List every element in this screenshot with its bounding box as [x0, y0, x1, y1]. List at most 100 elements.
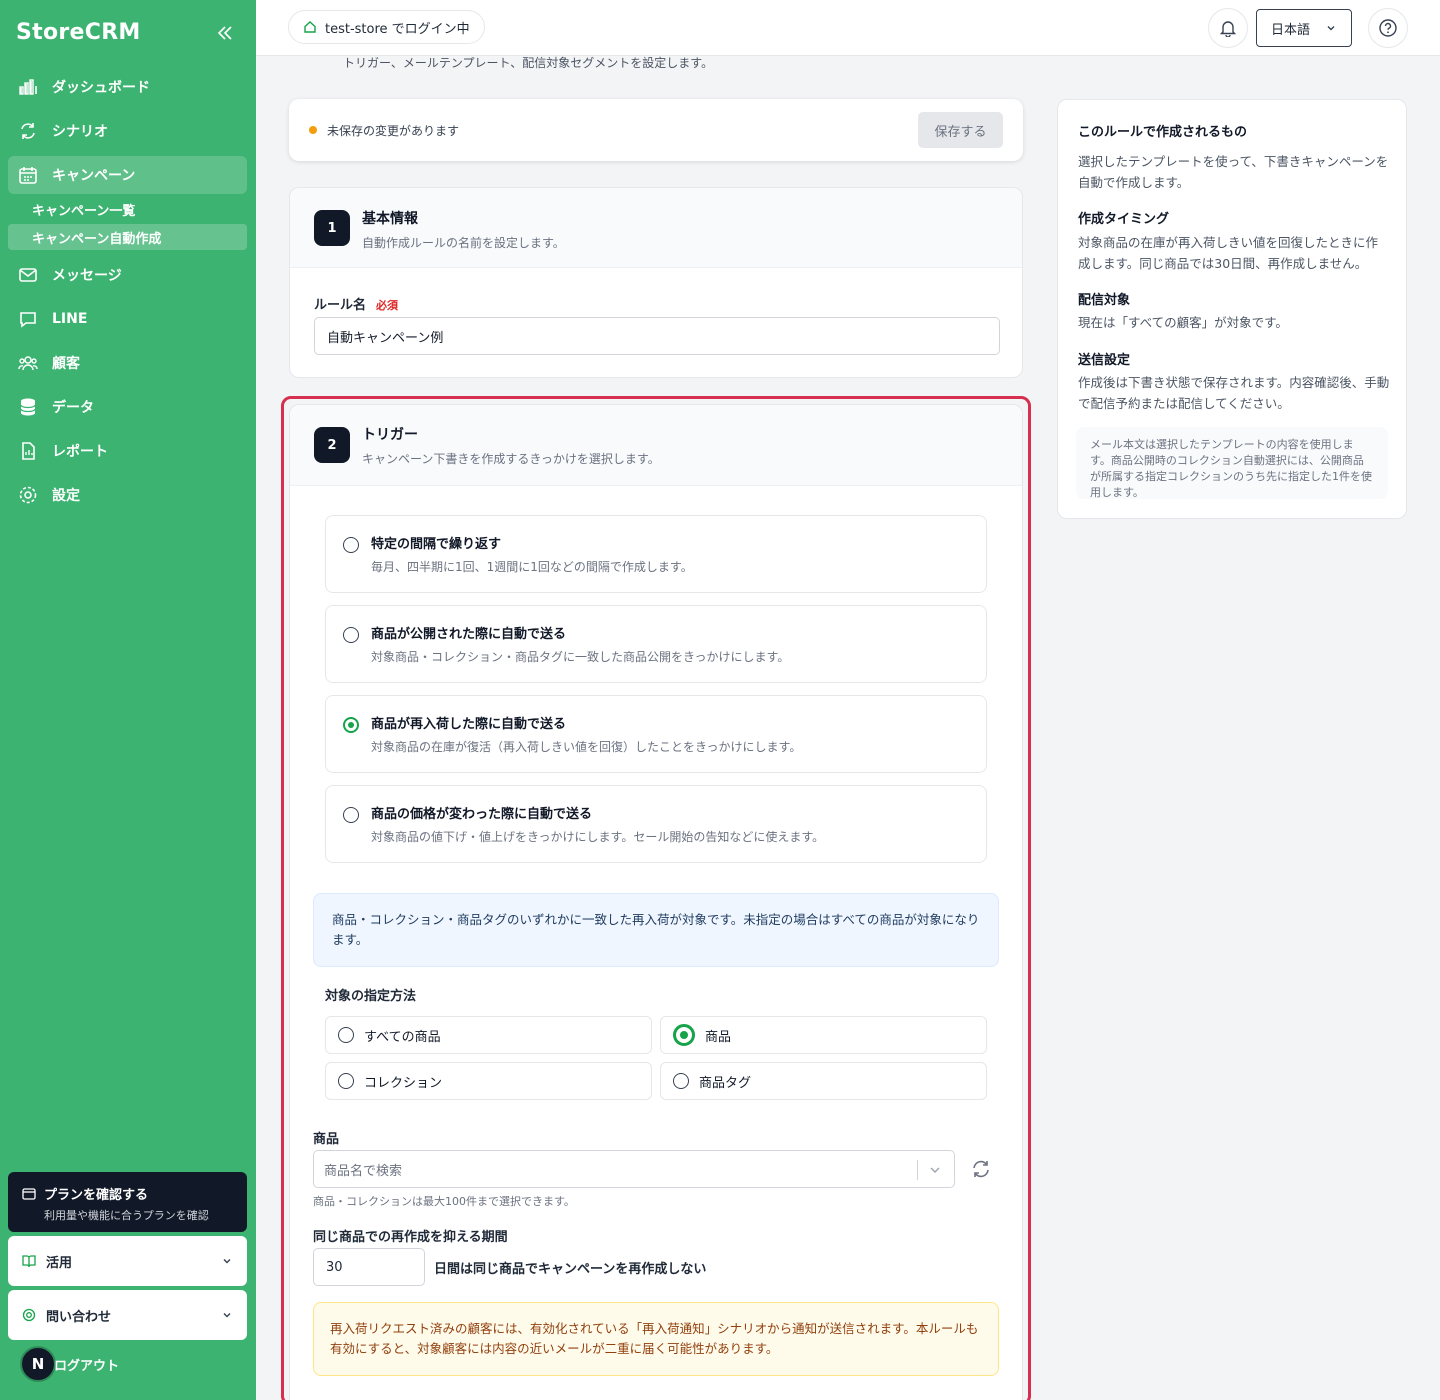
timing-title: 作成タイミング: [1078, 212, 1170, 227]
nav-message[interactable]: メッセージ: [8, 256, 247, 294]
option-desc: 対象商品の値下げ・値上げをきっかけにします。セール開始の告知などに使えます。: [371, 830, 825, 844]
brand-logo: StoreCRM: [16, 20, 141, 45]
chevron-down-icon: [1327, 26, 1335, 31]
radio-unselected[interactable]: [338, 1027, 354, 1043]
target-all-products[interactable]: すべての商品: [325, 1016, 652, 1054]
nav-label: シナリオ: [52, 124, 108, 140]
chevron-down-icon: [223, 1259, 231, 1264]
suppress-days-input[interactable]: 30: [313, 1248, 425, 1286]
collapse-sidebar-icon[interactable]: [216, 24, 234, 42]
option-title: 商品の価格が変わった際に自動で送る: [371, 807, 593, 822]
target-collections[interactable]: コレクション: [325, 1062, 652, 1100]
nav-scenario[interactable]: シナリオ: [8, 112, 247, 150]
target-products[interactable]: 商品: [660, 1016, 987, 1054]
summary-note: メール本文は選択したテンプレートの内容を使用します。商品公開時のコレクション自動…: [1076, 427, 1388, 499]
trigger-option-price-change[interactable]: 商品の価格が変わった際に自動で送る 対象商品の値下げ・値上げをきっかけにします。…: [325, 785, 987, 863]
store-label: test-store でログイン中: [325, 21, 470, 37]
timing-text: 対象商品の在庫が再入荷しきい値を回復したときに作成します。同じ商品では30日間、…: [1078, 235, 1379, 271]
send-text: 作成後は下書き状態で保存されます。内容確認後、手動で配信予約または配信してくださ…: [1078, 375, 1390, 411]
required-badge: 必須: [376, 299, 399, 312]
restock-info: 商品・コレクション・商品タグのいずれかに一致した再入荷が対象です。未指定の場合は…: [313, 893, 999, 967]
save-button[interactable]: 保存する: [918, 112, 1003, 148]
help-icon: [1379, 19, 1397, 37]
subnav-campaign-list[interactable]: キャンペーン一覧: [8, 196, 247, 222]
nav-dashboard[interactable]: ダッシュボード: [8, 68, 247, 106]
nav-data[interactable]: データ: [8, 388, 247, 426]
product-label: 商品: [313, 1132, 340, 1147]
radio-unselected[interactable]: [338, 1073, 354, 1089]
nav-campaign[interactable]: キャンペーン: [8, 156, 247, 194]
radio-unselected[interactable]: [343, 807, 359, 823]
usage-label: 活用: [46, 1255, 73, 1271]
option-desc: 毎月、四半期に1回、1週間に1回などの間隔で作成します。: [371, 560, 693, 574]
trigger-option-published[interactable]: 商品が公開された際に自動で送る 対象商品・コレクション・商品タグに一致した商品公…: [325, 605, 987, 683]
audience-text: 現在は「すべての顧客」が対象です。: [1078, 315, 1288, 330]
language-value: 日本語: [1271, 22, 1311, 38]
section-subtitle: 自動作成ルールの名前を設定します。: [362, 236, 565, 250]
subnav-label: キャンペーン一覧: [32, 203, 136, 219]
subnav-label: キャンペーン自動作成: [32, 231, 162, 247]
suppress-suffix: 日間は同じ商品でキャンペーンを再作成しない: [434, 1262, 707, 1277]
gear-icon: [19, 486, 37, 504]
bell-icon: [1219, 21, 1237, 37]
avatar: N: [20, 1346, 56, 1382]
radio-selected[interactable]: [673, 1024, 695, 1046]
help-button[interactable]: [1368, 8, 1408, 48]
product-hint: 商品・コレクションは最大100件まで選択できます。: [313, 1195, 575, 1208]
target-product-tags[interactable]: 商品タグ: [660, 1062, 987, 1100]
usage-accordion[interactable]: 活用: [8, 1236, 247, 1286]
summary-title: このルールで作成されるもの: [1078, 125, 1248, 140]
store-chip[interactable]: test-store でログイン中: [288, 10, 485, 44]
radio-unselected[interactable]: [343, 627, 359, 643]
nav-settings[interactable]: 設定: [8, 476, 247, 514]
target-label: 商品: [705, 1029, 732, 1045]
option-title: 商品が公開された際に自動で送る: [371, 627, 567, 642]
option-desc: 対象商品・コレクション・商品タグに一致した商品公開をきっかけにします。: [371, 650, 790, 664]
target-label: すべての商品: [364, 1029, 441, 1045]
sidebar: StoreCRM ダッシュボード シナリオ キャンペーン キャンペーン一覧 キャ…: [0, 0, 256, 1400]
home-icon: [304, 21, 316, 33]
page-subtitle: トリガー、メールテンプレート、配信対象セグメントを設定します。: [343, 56, 714, 70]
subnav-campaign-auto[interactable]: キャンペーン自動作成: [8, 224, 247, 250]
product-search-select[interactable]: 商品名で検索: [313, 1150, 955, 1188]
send-title: 送信設定: [1078, 353, 1131, 368]
radio-unselected[interactable]: [343, 537, 359, 553]
rule-name-input[interactable]: 自動キャンペーン例: [314, 317, 1000, 355]
radio-unselected[interactable]: [673, 1073, 689, 1089]
support-icon: [22, 1308, 36, 1322]
select-divider: [917, 1160, 918, 1180]
target-label: コレクション: [364, 1075, 443, 1091]
nav-label: ダッシュボード: [52, 80, 150, 96]
nav-label: 顧客: [52, 356, 80, 372]
refresh-icon: [21, 123, 35, 139]
duplicate-warning: 再入荷リクエスト済みの顧客には、有効化されている「再入荷通知」シナリオから通知が…: [313, 1302, 999, 1376]
plan-card[interactable]: プランを確認する 利用量や機能に合うプランを確認: [8, 1172, 247, 1232]
trigger-option-interval[interactable]: 特定の間隔で繰り返す 毎月、四半期に1回、1週間に1回などの間隔で作成します。: [325, 515, 987, 593]
calendar-icon: [19, 167, 37, 184]
plan-title: プランを確認する: [44, 1188, 149, 1203]
nav-customers[interactable]: 顧客: [8, 344, 247, 382]
chevron-down-icon: [223, 1313, 231, 1318]
logout-button[interactable]: N ログアウト: [20, 1346, 119, 1382]
refresh-icon[interactable]: [970, 1158, 992, 1180]
contact-accordion[interactable]: 問い合わせ: [8, 1290, 247, 1340]
nav-report[interactable]: レポート: [8, 432, 247, 470]
unsaved-dot: [309, 126, 317, 134]
radio-selected[interactable]: [343, 717, 359, 733]
users-icon: [18, 356, 38, 371]
nav-label: キャンペーン: [52, 168, 136, 184]
language-select[interactable]: 日本語: [1256, 9, 1352, 47]
section-title: 基本情報: [362, 211, 418, 227]
bar-chart-icon: [19, 79, 37, 95]
mail-icon: [19, 268, 37, 282]
contact-label: 問い合わせ: [46, 1309, 112, 1325]
topbar: test-store でログイン中 日本語: [256, 0, 1440, 56]
notification-button[interactable]: [1208, 8, 1248, 48]
rule-summary-panel: このルールで作成されるもの 選択したテンプレートを使って、下書きキャンペーンを自…: [1057, 99, 1407, 519]
option-desc: 対象商品の在庫が復活（再入荷しきい値を回復）したことをきっかけにします。: [371, 740, 802, 754]
nav-line[interactable]: LINE: [8, 300, 247, 338]
target-label: 商品タグ: [699, 1075, 752, 1091]
nav-label: LINE: [52, 311, 88, 327]
nav-label: メッセージ: [52, 268, 122, 284]
trigger-option-restock[interactable]: 商品が再入荷した際に自動で送る 対象商品の在庫が復活（再入荷しきい値を回復）した…: [325, 695, 987, 773]
